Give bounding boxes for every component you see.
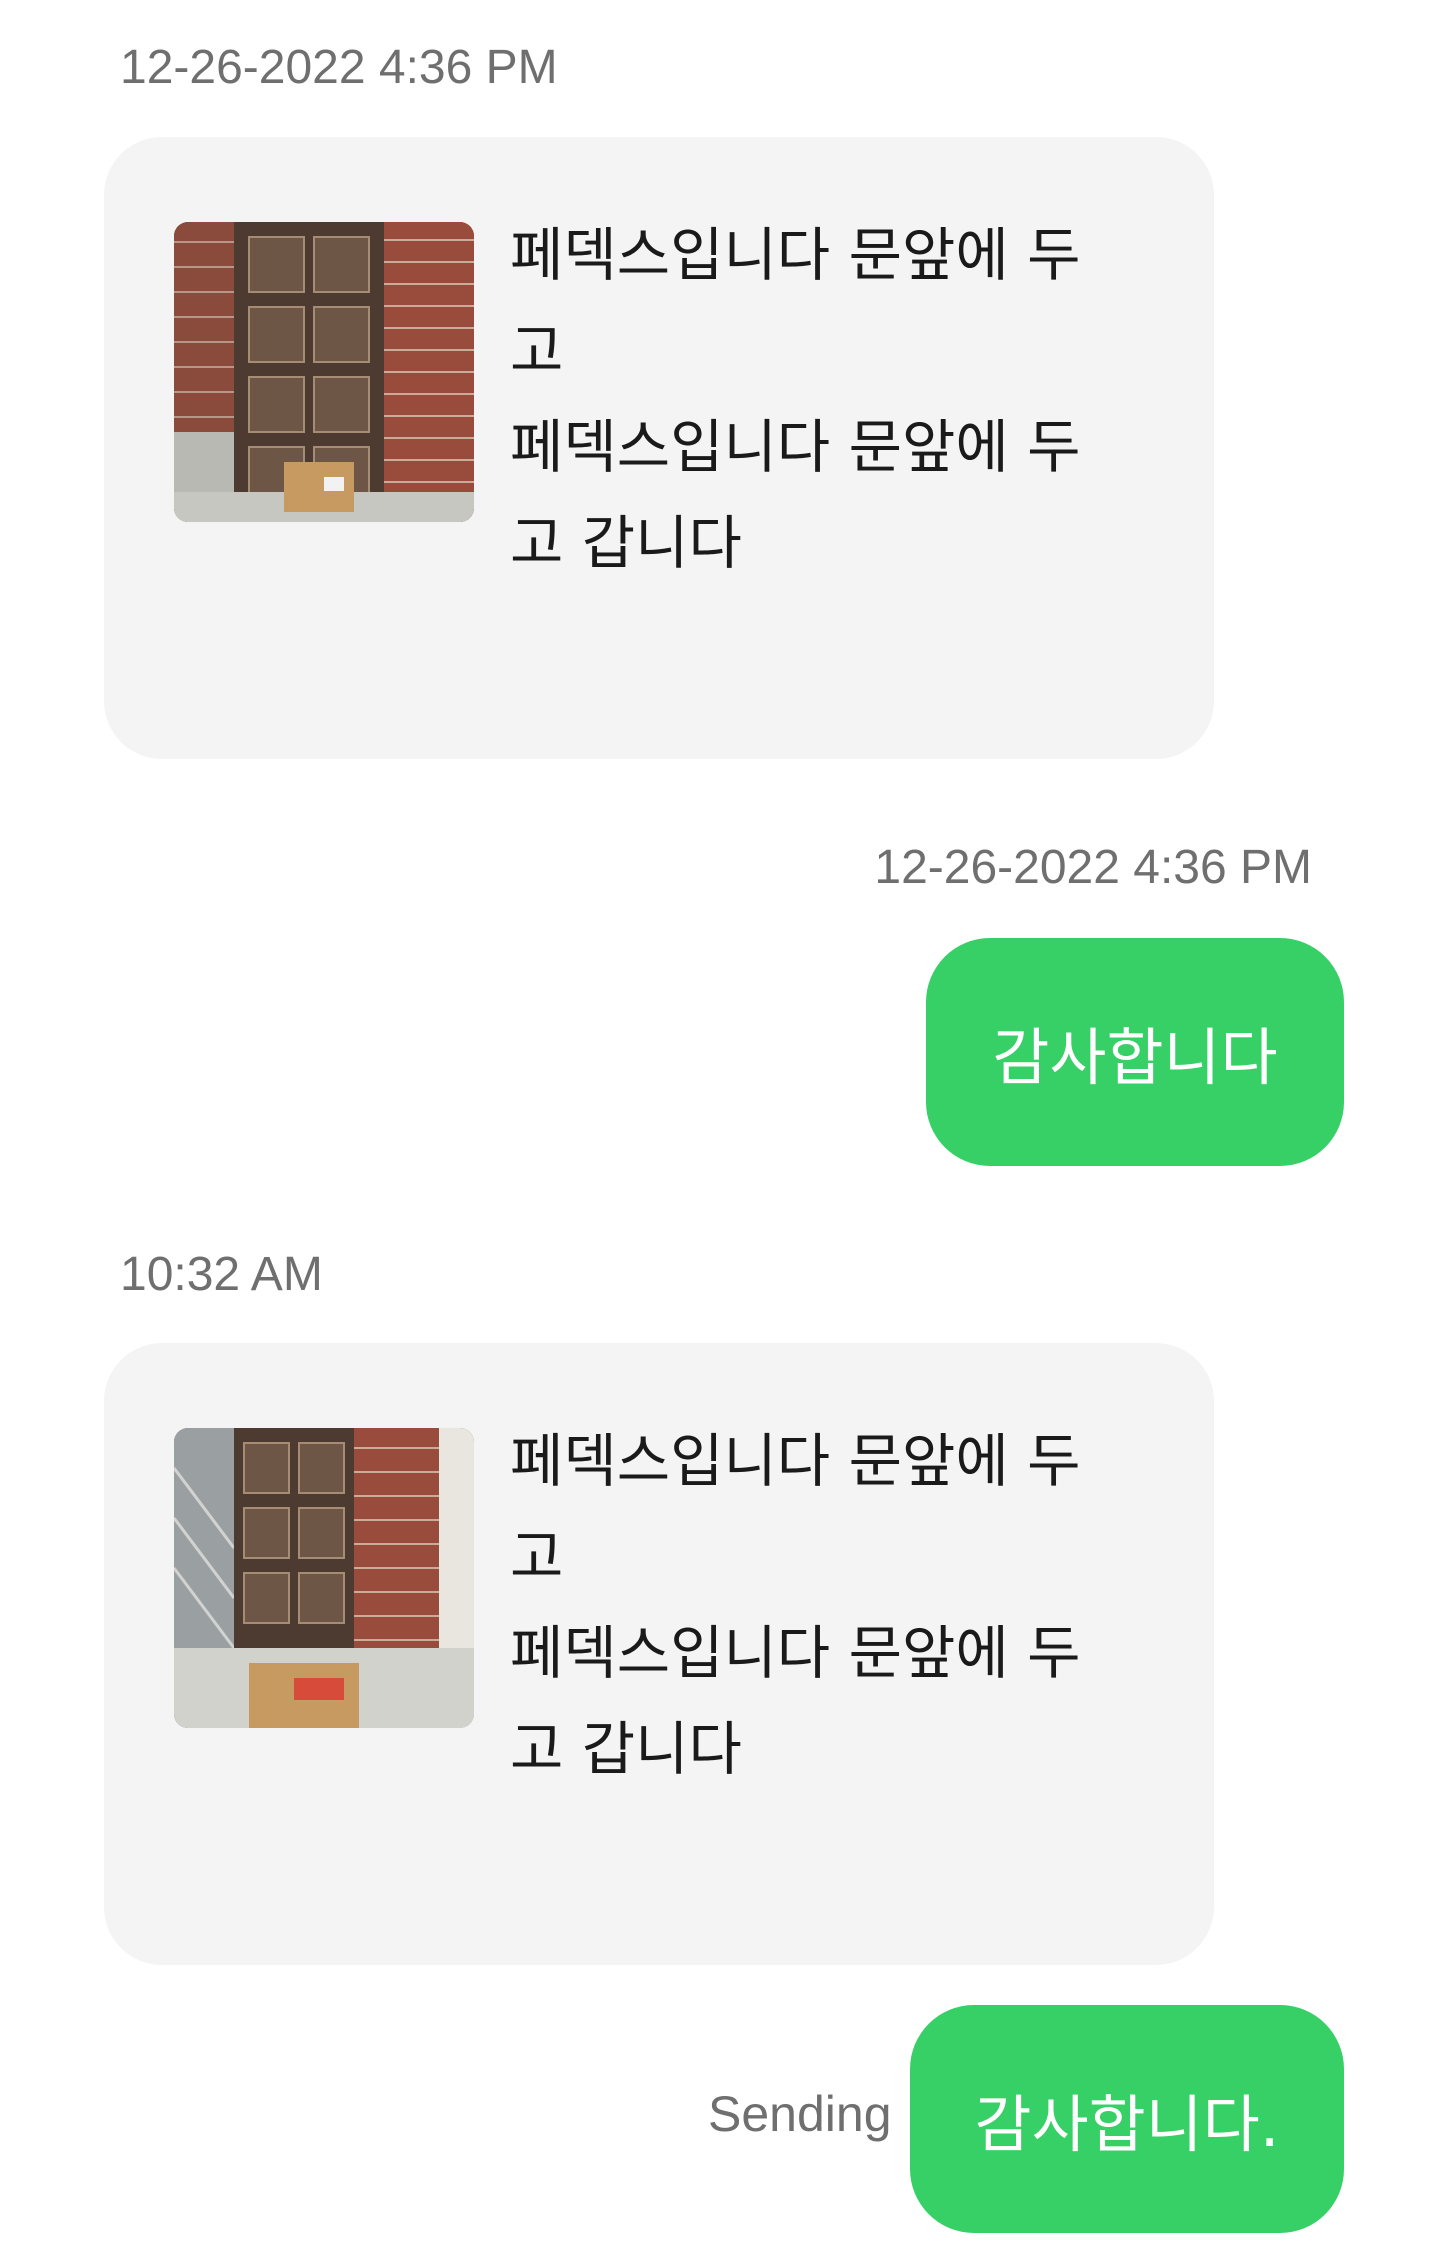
package-at-door-photo — [174, 222, 474, 522]
outgoing-message-bubble[interactable]: 감사합니다. — [910, 2005, 1344, 2233]
package-at-door-photo — [174, 1428, 474, 1728]
message-text: 감사합니다. — [974, 2088, 1280, 2161]
message-line: 페덱스입니다 문앞에 두 — [510, 1619, 1081, 1687]
message-line: 페덱스입니다 문앞에 두 — [510, 1427, 1081, 1495]
message-text: 감사합니다 — [992, 1021, 1278, 1094]
incoming-message-bubble[interactable]: 페덱스입니다 문앞에 두 고 페덱스입니다 문앞에 두 고 갑니다 — [104, 1343, 1214, 1965]
message-line: 고 — [510, 1523, 564, 1591]
message-timestamp: 10:32 AM — [120, 1248, 323, 1301]
incoming-message-bubble[interactable]: 페덱스입니다 문앞에 두 고 페덱스입니다 문앞에 두 고 갑니다 — [104, 137, 1214, 759]
message-line: 페덱스입니다 문앞에 두 — [510, 413, 1081, 481]
package-photo-thumbnail[interactable] — [174, 1428, 474, 1728]
message-timestamp: 12-26-2022 4:36 PM — [874, 841, 1312, 894]
message-line: 고 — [510, 317, 564, 385]
message-line: 페덱스입니다 문앞에 두 — [510, 221, 1081, 289]
message-text: 페덱스입니다 문앞에 두 고 페덱스입니다 문앞에 두 고 갑니다 — [510, 207, 1130, 591]
message-line: 고 갑니다 — [510, 509, 742, 577]
outgoing-message-bubble[interactable]: 감사합니다 — [926, 938, 1344, 1166]
package-photo-thumbnail[interactable] — [174, 222, 474, 522]
sending-status: Sending — [708, 2086, 892, 2142]
message-text: 페덱스입니다 문앞에 두 고 페덱스입니다 문앞에 두 고 갑니다 — [510, 1413, 1130, 1797]
message-timestamp: 12-26-2022 4:36 PM — [120, 41, 558, 94]
message-line: 고 갑니다 — [510, 1715, 742, 1783]
